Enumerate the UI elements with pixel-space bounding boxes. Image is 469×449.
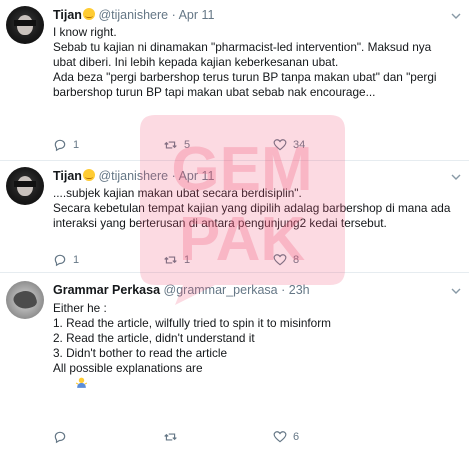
tweet-line: interaksi yang berterusan di antara peng… bbox=[53, 216, 387, 230]
smiling-face-emoji bbox=[82, 8, 95, 20]
tweet-line: Ada beza "pergi barbershop terus turun B… bbox=[53, 70, 437, 84]
tweet-header: Tijan @tijanishere · Apr 11 bbox=[53, 8, 214, 22]
chevron-down-icon[interactable] bbox=[451, 286, 461, 296]
user-handle[interactable]: @grammar_perkasa bbox=[164, 283, 278, 297]
tweet-line: Secara kebetulan tempat kajian yang dipi… bbox=[53, 201, 451, 215]
tweet[interactable]: Tijan @tijanishere · Apr 11 ....subjek k… bbox=[0, 161, 469, 271]
like-count: 8 bbox=[293, 254, 300, 266]
tweet-text: I know right. Sebab tu kajian ni dinamak… bbox=[53, 25, 461, 100]
like-button[interactable]: 8 bbox=[273, 252, 299, 268]
tweet-actions: 1 5 34 bbox=[53, 137, 353, 153]
timestamp[interactable]: 23h bbox=[289, 283, 310, 297]
person-shrugging-emoji bbox=[75, 377, 87, 388]
retweet-icon bbox=[164, 256, 177, 264]
separator: · bbox=[171, 169, 176, 183]
user-handle[interactable]: @tijanishere bbox=[98, 8, 168, 22]
reply-icon bbox=[54, 431, 66, 444]
tweet-line: Either he : bbox=[53, 301, 107, 315]
heart-icon bbox=[273, 139, 287, 151]
avatar[interactable] bbox=[6, 167, 44, 205]
heart-icon bbox=[273, 431, 287, 443]
tweet-line: 3. Didn't bother to read the article bbox=[53, 346, 228, 360]
reply-button[interactable] bbox=[53, 429, 73, 445]
chevron-down-icon[interactable] bbox=[451, 172, 461, 182]
tweet-line: barbershop turun BP tapi makan ubat seba… bbox=[53, 85, 376, 99]
user-handle[interactable]: @tijanishere bbox=[98, 169, 168, 183]
reply-count: 1 bbox=[73, 139, 80, 151]
retweet-button[interactable]: 5 bbox=[163, 137, 190, 153]
separator: · bbox=[171, 8, 176, 22]
display-name[interactable]: Tijan bbox=[53, 8, 82, 22]
smiling-face-emoji bbox=[82, 169, 95, 181]
retweet-count: 1 bbox=[184, 254, 191, 266]
tweet-line: I know right. bbox=[53, 25, 117, 39]
tweet-line: 1. Read the article, wilfully tried to s… bbox=[53, 316, 331, 330]
like-button[interactable]: 34 bbox=[273, 137, 305, 153]
tweet-header: Tijan @tijanishere · Apr 11 bbox=[53, 169, 214, 183]
tweet-line: ....subjek kajian makan ubat secara berd… bbox=[53, 186, 302, 200]
chevron-down-icon[interactable] bbox=[451, 11, 461, 21]
display-name[interactable]: Tijan bbox=[53, 169, 82, 183]
tweet-text: Either he : 1. Read the article, wilfull… bbox=[53, 301, 461, 406]
heart-icon bbox=[273, 254, 287, 266]
retweet-icon bbox=[164, 433, 177, 441]
timestamp[interactable]: Apr 11 bbox=[179, 8, 215, 22]
like-count: 6 bbox=[293, 431, 300, 443]
reply-button[interactable]: 1 bbox=[53, 137, 79, 153]
tweet[interactable]: Tijan @tijanishere · Apr 11 I know right… bbox=[0, 0, 469, 160]
tweet-line: All possible explanations are bbox=[53, 361, 203, 375]
like-button[interactable]: 6 bbox=[273, 429, 299, 445]
reply-count: 1 bbox=[73, 254, 80, 266]
tweet-line: ubat diberi. Ini lebih kepada kajian keb… bbox=[53, 55, 339, 69]
tweet-actions: 6 bbox=[53, 429, 353, 445]
reply-icon bbox=[54, 254, 66, 267]
tweet-header: Grammar Perkasa @grammar_perkasa · 23h bbox=[53, 283, 310, 297]
tweet-line: Sebab tu kajian ni dinamakan "pharmacist… bbox=[53, 40, 432, 54]
like-count: 34 bbox=[293, 139, 306, 151]
tweet-actions: 1 1 8 bbox=[53, 252, 353, 268]
reply-button[interactable]: 1 bbox=[53, 252, 79, 268]
reply-icon bbox=[54, 139, 66, 152]
retweet-button[interactable] bbox=[163, 429, 184, 445]
avatar[interactable] bbox=[6, 6, 44, 44]
tweet[interactable]: Grammar Perkasa @grammar_perkasa · 23h E… bbox=[0, 273, 469, 449]
separator: · bbox=[281, 283, 286, 297]
avatar[interactable] bbox=[6, 281, 44, 319]
retweet-count: 5 bbox=[184, 139, 191, 151]
tweet-line: 2. Read the article, didn't understand i… bbox=[53, 331, 255, 345]
timestamp[interactable]: Apr 11 bbox=[179, 169, 215, 183]
display-name[interactable]: Grammar Perkasa bbox=[53, 283, 160, 297]
retweet-button[interactable]: 1 bbox=[163, 252, 190, 268]
retweet-icon bbox=[164, 141, 177, 149]
tweet-text: ....subjek kajian makan ubat secara berd… bbox=[53, 186, 461, 231]
